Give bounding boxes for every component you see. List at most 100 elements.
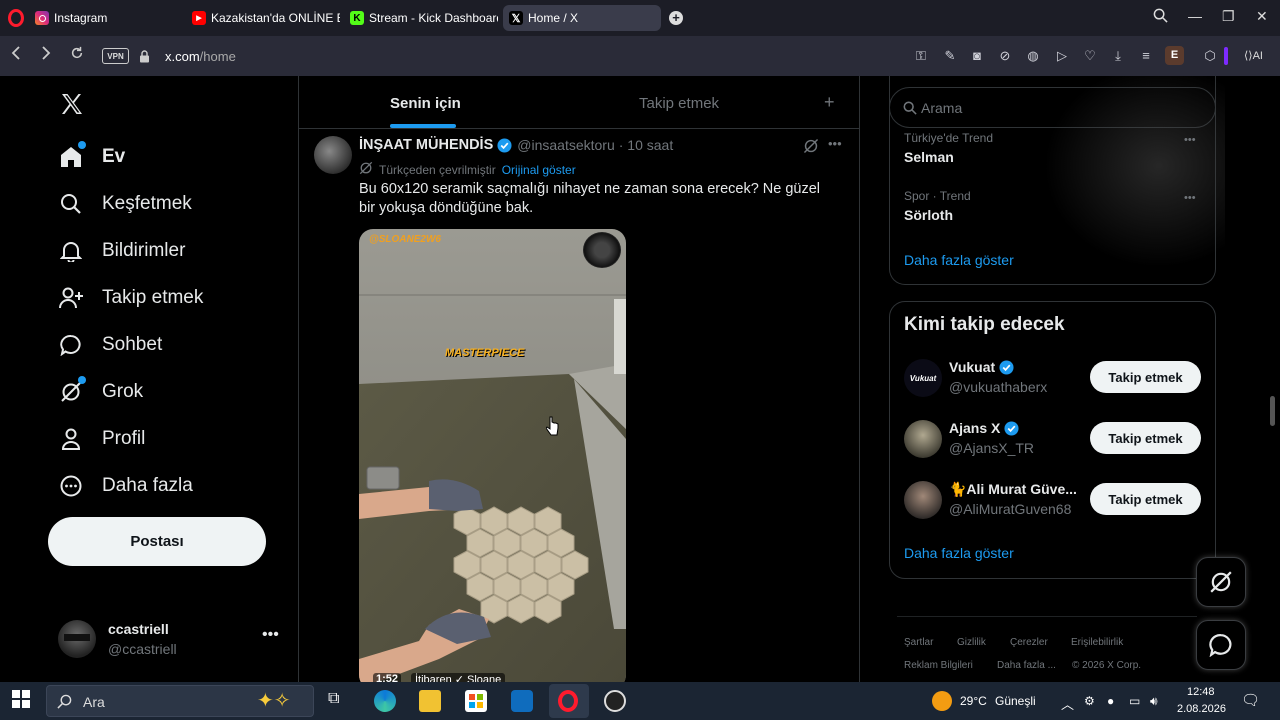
account-avatar[interactable]: Vukuat — [904, 359, 942, 397]
trend-more-icon[interactable]: ••• — [1184, 134, 1196, 146]
nav-chat[interactable]: Sohbet — [58, 329, 162, 361]
cube-icon[interactable]: ⬡ — [1201, 47, 1219, 65]
file-explorer-icon[interactable] — [419, 690, 441, 712]
account-name[interactable]: Vukuat — [949, 359, 1014, 375]
tab-following[interactable]: Takip etmek — [639, 95, 719, 112]
nav-grok[interactable]: Grok — [58, 376, 143, 408]
reload-button[interactable] — [70, 46, 84, 64]
footer-privacy[interactable]: Gizlilik — [957, 637, 986, 648]
tweet-author-name[interactable]: İNŞAAT MÜHENDİS — [359, 137, 493, 153]
account-name[interactable]: 🐈Ali Murat Güve... — [949, 481, 1077, 498]
account-switcher[interactable]: ccastriell @ccastriell ••• — [58, 616, 280, 660]
nav-more[interactable]: Daha fazla — [58, 470, 193, 502]
new-tab-button[interactable]: + — [669, 11, 683, 25]
tray-chevron-icon[interactable]: ︿ — [1061, 694, 1074, 713]
clock-time[interactable]: 12:48 — [1187, 686, 1215, 698]
restore-button[interactable]: ❐ — [1222, 8, 1235, 25]
play-icon[interactable]: ▷ — [1053, 47, 1071, 65]
nav-label: Ev — [102, 146, 126, 167]
edge-icon[interactable] — [374, 690, 396, 712]
weather-desc[interactable]: Güneşli — [995, 694, 1036, 708]
tweet-more-icon[interactable]: ••• — [828, 136, 842, 151]
microphone-icon[interactable]: ● — [1107, 694, 1114, 708]
extension-e-button[interactable]: E — [1165, 46, 1184, 65]
tweet-author-avatar[interactable] — [314, 136, 352, 174]
tab-for-you[interactable]: Senin için — [390, 95, 461, 112]
tab-active-indicator — [390, 124, 456, 128]
volume-icon[interactable]: 🔊︎ — [1150, 694, 1158, 709]
account-avatar[interactable] — [904, 420, 942, 458]
follow-button[interactable]: Takip etmek — [1090, 422, 1201, 454]
weather-icon[interactable] — [932, 691, 952, 711]
show-more-trends-link[interactable]: Daha fazla göster — [904, 252, 1014, 268]
nav-notifications[interactable]: Bildirimler — [58, 235, 185, 267]
post-button[interactable]: Postası — [48, 517, 266, 566]
chat-icon — [1209, 634, 1232, 657]
tray-app-icon[interactable]: ⚙ — [1084, 694, 1095, 708]
account-name[interactable]: Ajans X — [949, 420, 1019, 436]
tab-x-home[interactable]: 𝕏 Home / X — [503, 5, 661, 31]
tweet-video[interactable]: @SLOANE2W6 MASTERPIECE 1:52 İtibaren ✓ S… — [359, 229, 626, 682]
forward-button[interactable] — [40, 46, 52, 64]
back-button[interactable] — [10, 46, 22, 64]
more-circle-icon — [58, 473, 84, 499]
x-logo-icon[interactable] — [60, 92, 84, 121]
grok-tweet-icon[interactable] — [803, 138, 819, 159]
lock-icon[interactable] — [139, 50, 150, 68]
footer-ads-info[interactable]: Reklam Bilgileri — [904, 660, 973, 671]
shield-check-icon[interactable]: ⊘ — [996, 47, 1014, 65]
footer-terms[interactable]: Şartlar — [904, 637, 933, 648]
show-original-link[interactable]: Orijinal göster — [502, 163, 576, 177]
trend-category: Spor · Trend — [904, 189, 971, 203]
grok-fab-button[interactable] — [1196, 557, 1246, 607]
clock-date[interactable]: 2.08.2026 — [1177, 703, 1226, 715]
messages-fab-button[interactable] — [1196, 620, 1246, 670]
tweet-handle[interactable]: @insaatsektoru — [517, 137, 614, 153]
close-window-button[interactable]: ✕ — [1256, 8, 1268, 25]
search-tabs-icon[interactable] — [1153, 8, 1168, 26]
download-icon[interactable]: ⤓ — [1109, 47, 1127, 65]
trend-name[interactable]: Selman — [904, 149, 954, 165]
nav-home[interactable]: Ev — [58, 141, 125, 173]
footer-cookies[interactable]: Çerezler — [1010, 637, 1048, 648]
tweet-time[interactable]: · 10 saat — [619, 137, 673, 153]
tab-kick[interactable]: K Stream - Kick Dashboard — [350, 5, 498, 31]
weather-temp[interactable]: 29°C — [960, 694, 987, 708]
vpn-badge[interactable]: VPN — [102, 48, 129, 64]
heart-icon[interactable]: ♡ — [1081, 47, 1099, 65]
opera-logo-icon[interactable] — [8, 9, 24, 27]
page-scrollbar[interactable] — [1270, 396, 1275, 426]
trend-name[interactable]: Sörloth — [904, 207, 953, 223]
edit-icon[interactable]: ✎ — [941, 47, 959, 65]
follow-button[interactable]: Takip etmek — [1090, 483, 1201, 515]
nav-profile[interactable]: Profil — [58, 423, 145, 455]
show-more-accounts-link[interactable]: Daha fazla göster — [904, 545, 1014, 561]
taskbar-search[interactable]: Ara ✦✧ — [46, 685, 314, 717]
menu-lines-icon[interactable]: ≡ — [1137, 47, 1155, 65]
nav-explore[interactable]: Keşfetmek — [58, 188, 192, 220]
key-icon[interactable]: ⚿ — [912, 47, 930, 65]
ai-label: AI — [1252, 50, 1263, 62]
nav-follow[interactable]: Takip etmek — [58, 282, 203, 314]
follow-button[interactable]: Takip etmek — [1090, 361, 1201, 393]
task-view-icon[interactable]: ⧉ — [328, 690, 350, 712]
url-field[interactable]: x.com/home — [165, 49, 236, 64]
account-avatar[interactable] — [904, 481, 942, 519]
store-icon[interactable] — [465, 690, 487, 712]
obs-recorder-icon[interactable] — [604, 690, 626, 712]
tab-instagram[interactable]: Instagram — [35, 5, 185, 31]
network-icon[interactable]: ▭ — [1129, 694, 1140, 708]
minimize-button[interactable]: — — [1188, 8, 1202, 24]
tab-youtube[interactable]: ▶ Kazakistan'da ONLİNE EVİ — [192, 5, 340, 31]
add-tab-icon[interactable]: + — [824, 92, 835, 113]
windows-start-icon[interactable] — [12, 690, 34, 712]
notification-center-icon[interactable]: 🗨︎ — [1241, 691, 1260, 709]
footer-more[interactable]: Daha fazla ... — [997, 660, 1056, 671]
outlook-icon[interactable] — [511, 690, 533, 712]
wallet-icon[interactable]: ◍ — [1024, 47, 1042, 65]
trend-more-icon[interactable]: ••• — [1184, 192, 1196, 204]
ai-button[interactable]: ⟨⟩AI — [1244, 49, 1263, 62]
opera-taskbar-icon[interactable] — [558, 690, 578, 712]
footer-accessibility[interactable]: Erişilebilirlik — [1071, 637, 1123, 648]
camera-icon[interactable]: ◙ — [968, 47, 986, 65]
